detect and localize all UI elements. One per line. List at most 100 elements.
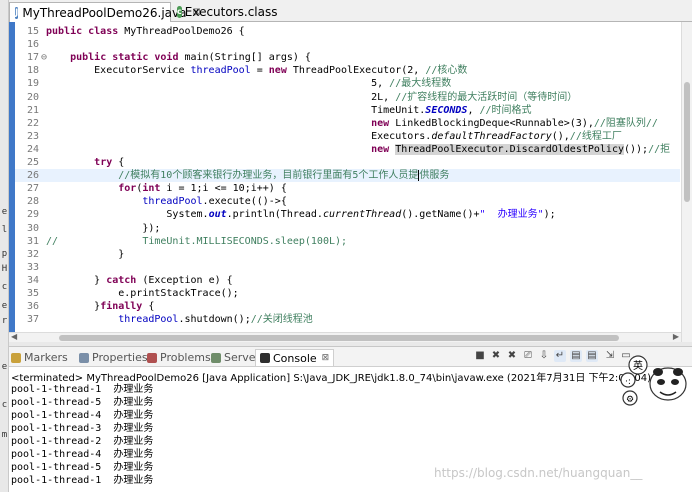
code-line[interactable]: 20 2L, //扩容线程的最大活跃时间（等待时间） — [15, 91, 680, 104]
tab-executors-class[interactable]: c Executors.class — [172, 2, 278, 22]
remove-all-icon[interactable]: ✖ — [506, 350, 518, 362]
code-line[interactable]: 33 — [15, 261, 680, 274]
scroll-right-icon[interactable]: ▶ — [673, 332, 679, 341]
code-text: threadPool.execute(()->{ — [142, 196, 287, 208]
strip-glyph: c — [1, 400, 8, 410]
tab-problems[interactable]: Problems — [147, 349, 211, 366]
line-number: 22 — [26, 117, 39, 129]
line-number: 16 — [26, 39, 39, 51]
sticker-mark: ·: — [625, 377, 631, 387]
console-line: pool-1-thread-5 办理业务 — [11, 397, 154, 408]
clear-console-icon[interactable]: ⎚ — [522, 350, 534, 362]
tab-properties[interactable]: Properties — [79, 349, 148, 366]
code-text: // TimeUnit.MILLISECONDS.sleep(100L); — [46, 235, 348, 247]
line-number: 24 — [26, 143, 39, 155]
console-line: pool-1-thread-5 办理业务 — [11, 462, 154, 473]
code-line[interactable]: 22 new LinkedBlockingDeque<Runnable>(3),… — [15, 117, 680, 130]
show-on-output-icon[interactable]: ▤ — [570, 350, 582, 362]
code-text: }finally { — [46, 301, 155, 313]
code-text: //模拟有10个顾客来银行办理业务，目前银行里面有5个工作人员提供服务 — [118, 169, 450, 182]
tab-label: Problems — [160, 351, 211, 364]
code-line[interactable]: 26 //模拟有10个顾客来银行办理业务，目前银行里面有5个工作人员提供服务 — [15, 169, 680, 183]
tab-markers[interactable]: Markers — [11, 349, 68, 366]
markers-icon — [11, 352, 21, 363]
code-text: TimeUnit.SECONDS, //时间格式 — [46, 104, 532, 116]
code-line[interactable]: 25 try { — [15, 156, 680, 169]
code-line[interactable]: 31 // TimeUnit.MILLISECONDS.sleep(100L); — [15, 235, 680, 248]
console-line: pool-1-thread-1 办理业务 — [11, 384, 154, 395]
code-line[interactable]: 32 } — [15, 248, 680, 261]
terminate-icon[interactable]: ■ — [474, 350, 486, 362]
line-number: 17 — [26, 52, 39, 64]
watermark-text: https://blog.csdn.net/huangquan__ — [434, 466, 643, 480]
console-line: pool-1-thread-2 办理业务 — [11, 436, 154, 447]
code-line[interactable]: 16 — [15, 38, 680, 51]
sticker-mark: ⚙ — [626, 395, 634, 405]
code-line[interactable]: 28 threadPool.execute(()->{ — [15, 195, 680, 208]
tab-label: MyThreadPoolDemo26.java — [22, 5, 187, 20]
strip-glyph: e — [1, 362, 8, 372]
code-text: 5, //最大线程数 — [46, 78, 452, 90]
servers-icon — [211, 352, 221, 363]
code-text: new LinkedBlockingDeque<Runnable>(3),//阻… — [371, 117, 658, 129]
class-file-icon: c — [177, 6, 182, 18]
scroll-left-icon[interactable]: ◀ — [11, 332, 17, 341]
console-line: pool-1-thread-4 办理业务 — [11, 410, 154, 421]
line-number: 27 — [26, 183, 39, 195]
close-icon[interactable]: ⊠ — [322, 353, 330, 363]
scroll-lock-icon[interactable]: ⇩ — [538, 350, 550, 362]
code-text: try { — [94, 157, 125, 168]
code-line[interactable]: 35 e.printStackTrace(); — [15, 287, 680, 300]
code-line[interactable]: 21 TimeUnit.SECONDS, //时间格式 — [15, 104, 680, 117]
code-line[interactable]: 23 Executors.defaultThreadFactory(),//线程… — [15, 130, 680, 143]
editor-vertical-scrollbar[interactable] — [681, 22, 692, 342]
pin-console-icon[interactable]: ⇲ — [604, 350, 616, 362]
code-text: threadPool.shutdown();//关闭线程池 — [118, 314, 313, 326]
strip-glyph: l — [1, 225, 8, 235]
code-line[interactable]: 18 ExecutorService threadPool = new Thre… — [15, 64, 680, 77]
code-line[interactable]: 19 5, //最大线程数 — [15, 77, 680, 90]
problems-icon — [147, 352, 157, 363]
code-text: System.out.println(Thread.currentThread(… — [46, 209, 556, 221]
line-number: 19 — [26, 78, 39, 90]
code-line[interactable]: 36 }finally { — [15, 300, 680, 313]
line-number: 30 — [26, 222, 39, 234]
terminated-status: <terminated> MyThreadPoolDemo26 [Java Ap… — [11, 373, 651, 384]
left-panel-strip: elpHcerecm — [0, 0, 9, 492]
code-line[interactable]: 30 }); — [15, 222, 680, 235]
code-text: } catch (Exception e) { — [46, 274, 233, 286]
tab-label: Console — [273, 351, 317, 365]
code-line[interactable]: 17 ⊖ public static void main(String[] arg… — [15, 51, 680, 64]
line-number: 18 — [26, 65, 39, 77]
code-line[interactable]: 29 System.out.println(Thread.currentThre… — [15, 208, 680, 221]
code-line[interactable]: 24 new ThreadPoolExecutor.DiscardOldestP… — [15, 143, 680, 156]
code-line[interactable]: 27 for(int i = 1;i <= 10;i++) { — [15, 182, 680, 195]
code-line[interactable]: 37 threadPool.shutdown();//关闭线程池 — [15, 313, 680, 326]
remove-launch-icon[interactable]: ✖ — [490, 350, 502, 362]
code-text: ExecutorService threadPool = new ThreadP… — [46, 65, 468, 77]
editor-horizontal-scrollbar[interactable]: ◀ ▶ — [9, 332, 681, 342]
tab-console[interactable]: Console ⊠ — [255, 349, 335, 366]
code-line[interactable]: 15 public class MyThreadPoolDemo26 { — [15, 25, 680, 38]
line-number: 15 — [26, 26, 39, 37]
code-text: }); — [46, 222, 161, 234]
scroll-thumb[interactable] — [59, 335, 619, 341]
show-on-error-icon[interactable]: ▤ — [586, 350, 598, 362]
line-number: 32 — [26, 248, 39, 260]
console-line: pool-1-thread-1 办理业务 — [11, 475, 154, 486]
java-file-icon: J — [15, 6, 19, 19]
code-line[interactable]: 34 } catch (Exception e) { — [15, 274, 680, 287]
strip-glyph: r — [1, 316, 8, 326]
code-editor[interactable]: 15 public class MyThreadPoolDemo26 {16 17 ⊖… — [9, 22, 692, 332]
console-icon — [260, 353, 270, 363]
strip-glyph: p — [1, 249, 8, 259]
line-number: 28 — [26, 196, 39, 208]
badge-text: 英 — [633, 359, 643, 372]
word-wrap-icon[interactable]: ↵ — [554, 350, 566, 362]
editor-tab-bar: J MyThreadPoolDemo26.java ⊠ c Executors.… — [9, 0, 692, 22]
line-number: 23 — [26, 130, 39, 142]
strip-glyph: H — [1, 264, 8, 274]
code-text: public static void main(String[] args) { — [70, 52, 311, 64]
scroll-thumb[interactable] — [684, 82, 690, 202]
tab-mythreadpooldemo26[interactable]: J MyThreadPoolDemo26.java ⊠ — [9, 2, 201, 22]
